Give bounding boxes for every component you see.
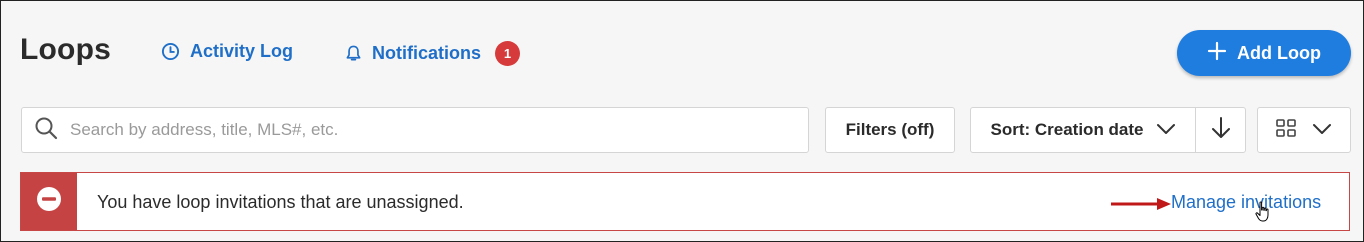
sort-label: Sort: Creation date (990, 120, 1144, 139)
clock-icon (161, 42, 180, 61)
view-toggle-dropdown[interactable] (1257, 107, 1351, 153)
chevron-down-icon (1156, 120, 1176, 140)
alert-status-bar (21, 173, 77, 230)
add-loop-button[interactable]: Add Loop (1177, 30, 1351, 76)
arrow-down-icon (1211, 116, 1231, 145)
alert-message: You have loop invitations that are unass… (97, 192, 464, 212)
bell-icon (345, 44, 362, 63)
manage-invitations-link[interactable]: Manage invitations (1171, 192, 1321, 213)
red-arrow-icon (1111, 197, 1171, 216)
hand-cursor-icon (1255, 201, 1271, 228)
plus-icon (1207, 41, 1227, 66)
chevron-down-icon (1312, 120, 1332, 140)
filters-button[interactable]: Filters (off) (825, 107, 955, 153)
loops-page: Loops Activity Log Notifications 1 Add L… (0, 0, 1364, 242)
notifications-label: Notifications (372, 43, 482, 63)
sort-dropdown[interactable]: Sort: Creation date (970, 107, 1196, 153)
notifications-link[interactable]: Notifications 1 (345, 41, 521, 66)
unassigned-invitations-alert: You have loop invitations that are unass… (20, 172, 1350, 231)
sort-direction-button[interactable] (1195, 107, 1246, 153)
activity-log-link[interactable]: Activity Log (161, 41, 293, 62)
page-title: Loops (20, 33, 111, 66)
activity-log-label: Activity Log (190, 41, 294, 61)
add-loop-label: Add Loop (1237, 42, 1321, 63)
search-box[interactable] (21, 107, 809, 153)
notifications-badge: 1 (495, 41, 521, 66)
search-input[interactable] (68, 119, 772, 141)
search-icon (34, 116, 58, 145)
minus-circle-icon (36, 186, 62, 217)
grid-view-icon (1276, 118, 1296, 142)
